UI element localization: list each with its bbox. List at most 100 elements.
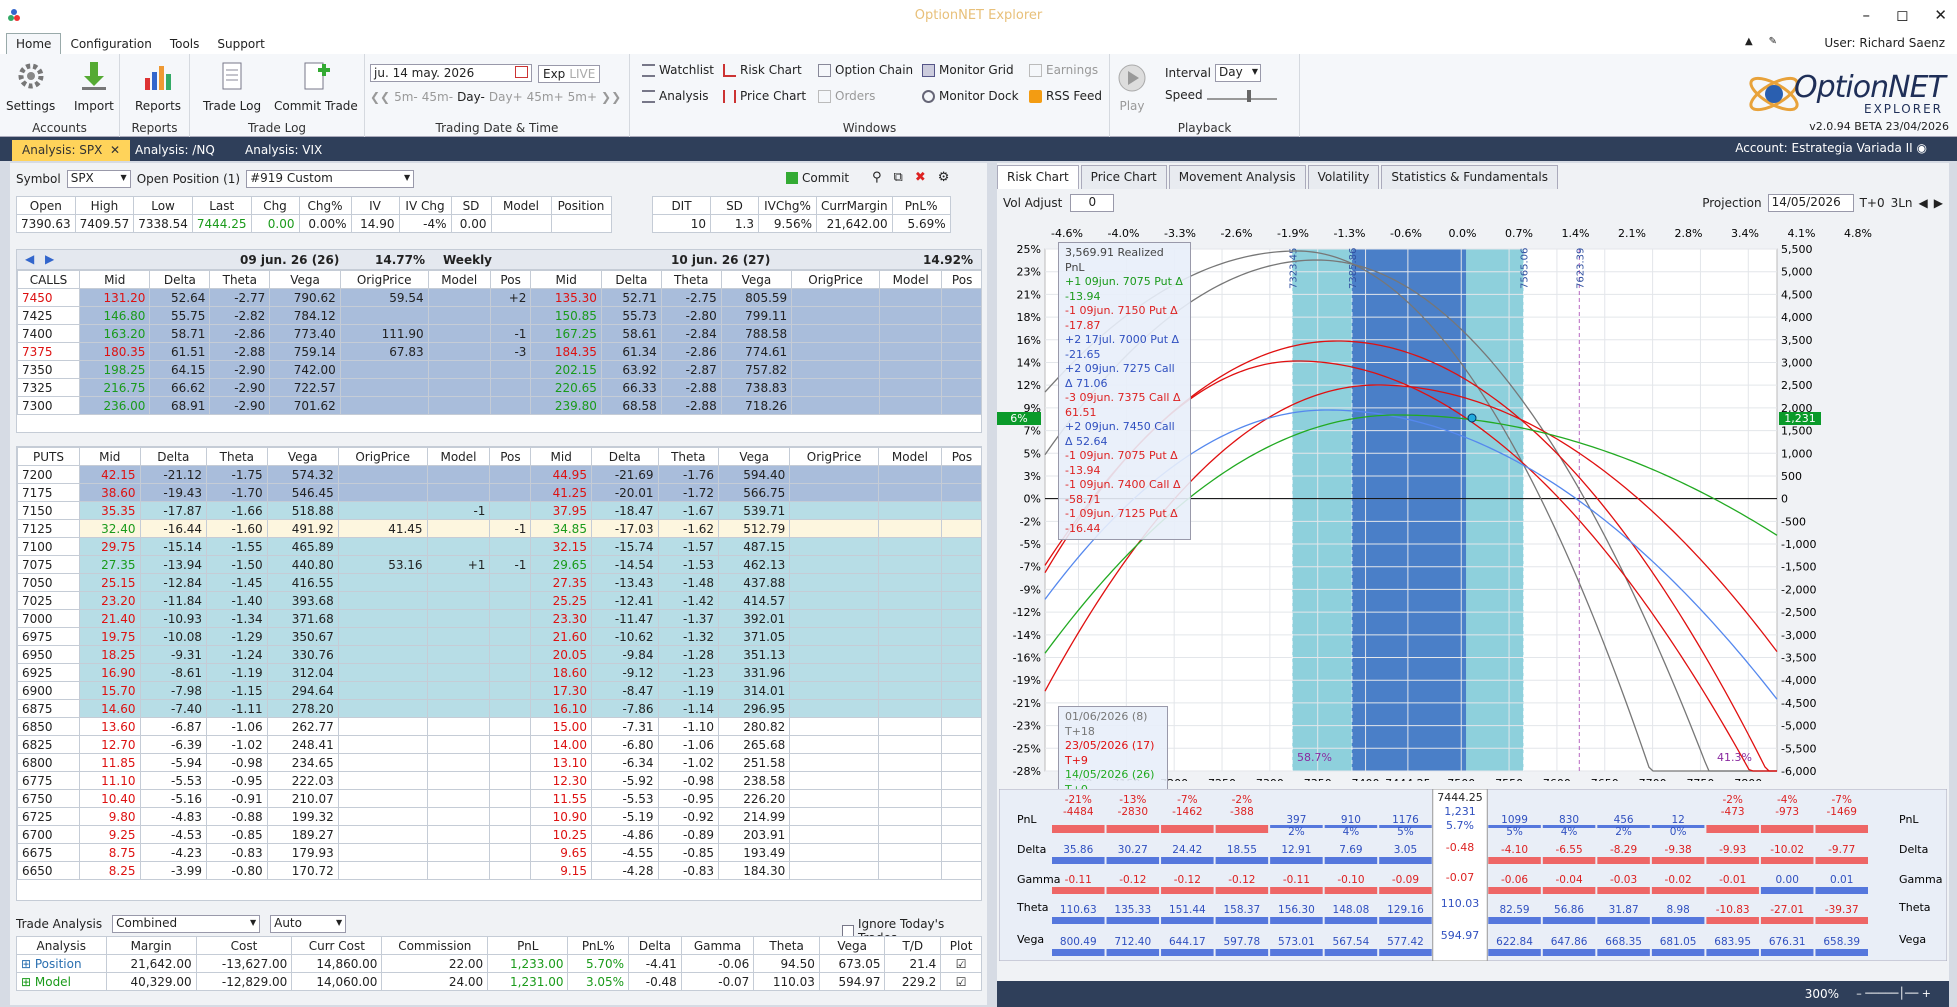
exp-live-toggle[interactable]: Exp LIVE [538,65,601,83]
tab-statistics[interactable]: Statistics & Fundamentals [1381,165,1558,189]
strike-row[interactable]: 6825 12.70 -6.39 -1.02 248.41 14.00 -6.80 -1.06… [17,735,981,754]
strike-row[interactable]: 7050 25.15 -12.84 -1.45 416.55 27.35 -13.43 -1.… [17,573,981,592]
strike-row[interactable]: 6950 18.25 -9.31 -1.24 330.76 20.05 -9.84 -1.28… [17,645,981,664]
strike-row[interactable]: 6875 14.60 -7.40 -1.11 278.20 16.10 -7.86 -1.14… [17,699,981,718]
strike-row[interactable]: 7000 21.40 -10.93 -1.34 371.68 23.30 -11.47 -1.… [17,609,981,628]
strike-row[interactable]: 7100 29.75 -15.14 -1.55 465.89 32.15 -15.74 -1.… [17,537,981,556]
maximize-icon[interactable]: ◻ [1896,6,1908,24]
menu-support[interactable]: Support [208,34,273,54]
step-back-icon[interactable]: ❮❮ [370,90,390,104]
monitor-dock-button[interactable]: Monitor Dock [922,89,1019,103]
analysis-row[interactable]: ⊞ Model 40,329.00 -12,829.00 14,060.00 24.00… [16,972,982,991]
commit-trade-button[interactable]: Commit Trade [274,60,358,113]
prev-exp-icon[interactable]: ◀ [25,252,34,266]
settings-button[interactable]: Settings [6,60,55,113]
reports-button[interactable]: Reports [135,60,181,113]
play-button[interactable]: Play [1118,64,1146,113]
gear-icon[interactable]: ⚙ [938,170,950,185]
collapse-ribbon-icon[interactable]: ▲ ✎ [1745,36,1777,47]
search-icon[interactable]: ⚲ [872,170,882,185]
strike-row[interactable]: 6800 11.85 -5.94 -0.98 234.65 13.10 -6.34 -1.02… [17,753,981,772]
strike-row[interactable]: 7400 163.20 58.71 -2.86 773.40 111.90 -1 167.25… [17,324,981,343]
vol-adjust-input[interactable]: 0 [1070,194,1115,212]
option-chain-button[interactable]: Option Chain [818,63,913,77]
strike-row[interactable]: 6975 19.75 -10.08 -1.29 350.67 21.60 -10.62 -1.… [17,627,981,646]
strike-row[interactable]: 7125 32.40 -16.44 -1.60 491.92 41.45 -1 34.85 -1… [17,519,981,538]
account-label[interactable]: Account: Estrategia Variada II ◉ [1735,141,1927,155]
menu-configuration[interactable]: Configuration [61,34,160,54]
delete-icon[interactable]: ✖ [915,170,926,185]
step-forward-icon[interactable]: ❯❯ [601,90,621,104]
menu-tools[interactable]: Tools [161,34,209,54]
theta-bar [1706,917,1759,924]
step-day-back[interactable]: Day- [457,90,485,104]
strike-row[interactable]: 6650 8.25 -3.99 -0.80 170.72 9.15 -4.28 -0.83 18… [17,861,981,880]
strike-row[interactable]: 7150 35.35 -17.87 -1.66 518.88 -1 37.95 -18.47-… [17,501,981,520]
mid-cell: 44.95 [530,465,592,484]
tab-movement-analysis[interactable]: Movement Analysis [1168,165,1306,189]
step-5m-back[interactable]: 5m- [394,90,418,104]
tab-price-chart[interactable]: Price Chart [1080,165,1167,189]
analysis-mode-select[interactable]: Combined ▼ [112,915,261,933]
tab-analysis-spx[interactable]: Analysis: SPX ✕ [12,140,131,161]
tab-analysis-vix[interactable]: Analysis: VIX [235,140,332,161]
strike-row[interactable]: 6725 9.80 -4.83 -0.88 199.32 10.90 -5.19 -0.92 2… [17,807,981,826]
zoom-slider[interactable]: – ─────│── + [1856,987,1931,1000]
step-day-fwd[interactable]: Day+ [489,90,523,104]
commit-button[interactable]: Commit [786,171,849,185]
tab-risk-chart[interactable]: Risk Chart [997,165,1079,189]
price-chart-button[interactable]: Price Chart [723,89,806,103]
analysis-button[interactable]: Analysis [642,89,708,103]
plot-checkbox[interactable]: ☑ [940,972,982,991]
strike-row[interactable]: 7075 27.35 -13.94 -1.50 440.80 53.16 +1 -1 29.65… [17,555,981,574]
copy-icon[interactable]: ⧉ [894,170,903,185]
strike-row[interactable]: 7200 42.15 -21.12 -1.75 574.32 44.95 -21.69 -1.… [17,465,981,484]
earnings-button[interactable]: Earnings [1029,63,1098,77]
plot-checkbox[interactable]: ☑ [940,954,982,973]
strike-row[interactable]: 6675 8.75 -4.23 -0.83 179.93 9.65 -4.55 -0.85 19… [17,843,981,862]
import-button[interactable]: Import [74,60,114,113]
menu-home[interactable]: Home [6,33,62,54]
monitor-grid-button[interactable]: Monitor Grid [922,63,1014,77]
step-5m-fwd[interactable]: 5m+ [568,90,597,104]
symbol-select[interactable]: SPX ▼ [66,170,131,188]
close-tab-icon[interactable]: ✕ [106,143,120,157]
strike-row[interactable]: 7350 198.25 64.15 -2.90 742.00 202.15 63.92 -2.… [17,360,981,379]
value-cell [789,717,879,736]
projection-date-select[interactable]: 14/05/2026 [1767,194,1854,212]
interval-select[interactable]: Day ▼ [1214,64,1261,82]
close-icon[interactable]: ✕ [1934,6,1947,24]
strike-row[interactable]: 7375 180.35 61.51 -2.88 759.14 67.83 -3 184.35 6… [17,342,981,361]
tab-analysis-nq[interactable]: Analysis: /NQ [125,140,225,161]
step-45m-back[interactable]: 45m- [422,90,453,104]
strike-row[interactable]: 7175 38.60 -19.43 -1.70 546.45 41.25 -20.01 -1.… [17,483,981,502]
calendar-icon[interactable] [515,66,528,78]
minimize-icon[interactable]: – [1862,6,1870,24]
next-exp-icon[interactable]: ▶ [45,252,54,266]
strike-row[interactable]: 7025 23.20 -11.84 -1.40 393.68 25.25 -12.41 -1.… [17,591,981,610]
strike-row[interactable]: 6775 11.10 -5.53 -0.95 222.03 12.30 -5.92 -0.98… [17,771,981,790]
speed-slider[interactable] [1206,90,1277,102]
strike-row[interactable]: 6750 10.40 -5.16 -0.91 210.07 11.55 -5.53 -0.95… [17,789,981,808]
strike-row[interactable]: 6700 9.25 -4.53 -0.85 189.27 10.25 -4.86 -0.89 2… [17,825,981,844]
trading-date-field[interactable]: ju. 14 may. 2026 [370,64,532,82]
strike-row[interactable]: 7300 236.00 68.91 -2.90 701.62 239.80 68.58 -2.… [17,396,981,415]
trade-log-button[interactable]: Trade Log [203,60,261,113]
next-projection-icon[interactable]: ▶ [1934,196,1943,210]
step-45m-fwd[interactable]: 45m+ [527,90,564,104]
tab-volatility[interactable]: Volatility [1307,165,1380,189]
watchlist-button[interactable]: Watchlist [642,63,714,77]
orders-button[interactable]: Orders [818,89,875,103]
strike-row[interactable]: 6925 16.90 -8.61 -1.19 312.04 18.60 -9.12 -1.23… [17,663,981,682]
analysis-row[interactable]: ⊞ Position 21,642.00 -13,627.00 14,860.00 22… [16,954,982,973]
prev-projection-icon[interactable]: ◀ [1919,196,1928,210]
position-select[interactable]: #919 Custom ▼ [246,170,415,188]
strike-row[interactable]: 7450 131.20 52.64 -2.77 790.62 59.54 +2 135.30 5… [17,288,981,307]
rss-feed-button[interactable]: RSS Feed [1029,89,1102,103]
strike-row[interactable]: 7425 146.80 55.75 -2.82 784.12 150.85 55.73 -2.… [17,306,981,325]
auto-select[interactable]: Auto ▼ [270,915,347,933]
risk-chart-button[interactable]: Risk Chart [723,63,802,77]
strike-row[interactable]: 6900 15.70 -7.98 -1.15 294.64 17.30 -8.47 -1.19… [17,681,981,700]
strike-row[interactable]: 6850 13.60 -6.87 -1.06 262.77 15.00 -7.31 -1.10… [17,717,981,736]
strike-row[interactable]: 7325 216.75 66.62 -2.90 722.57 220.65 66.33 -2.… [17,378,981,397]
